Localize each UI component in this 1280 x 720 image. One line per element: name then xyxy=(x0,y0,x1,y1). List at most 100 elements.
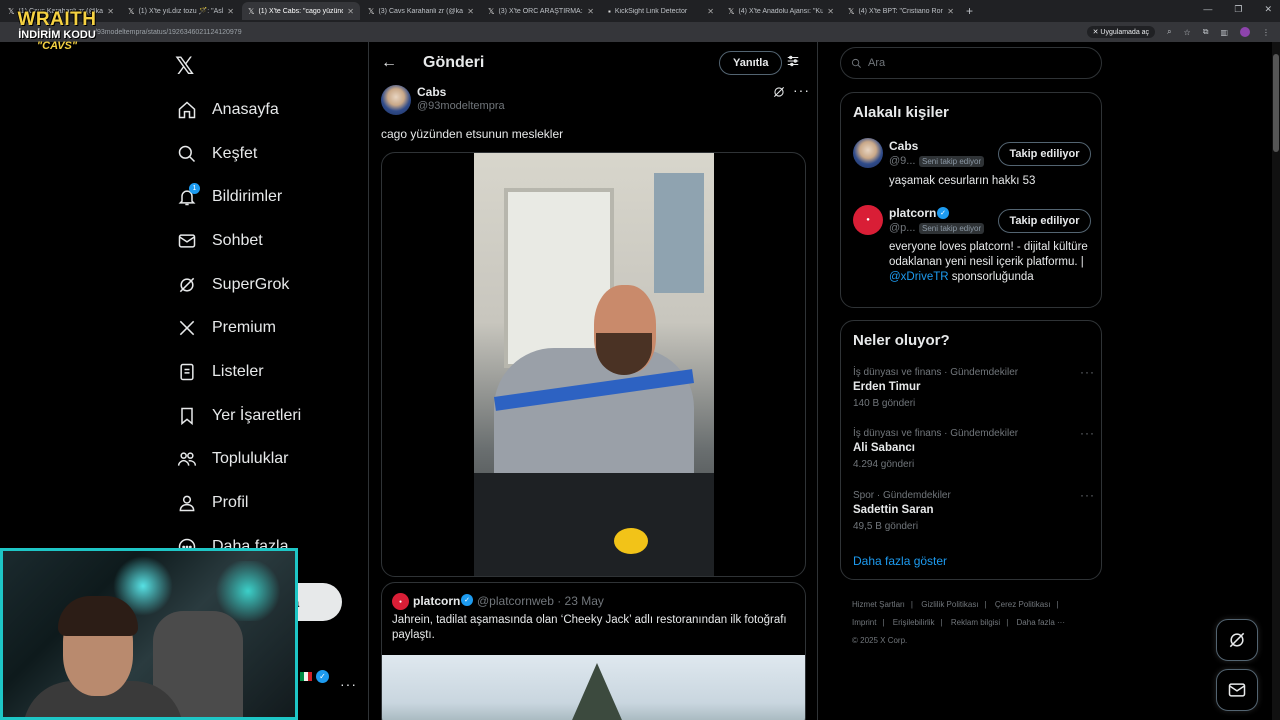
close-icon[interactable]: ✕ xyxy=(947,7,954,16)
author-avatar[interactable] xyxy=(381,85,411,115)
x-icon: 𝕏 xyxy=(248,6,255,16)
browser-tab[interactable]: ▪ KickSight Link Detector ✕ xyxy=(602,2,720,20)
footer-link[interactable]: Daha fazla ··· xyxy=(1017,618,1065,627)
browser-tab-bar: 𝕏(1) Cavs Karahanli zr (@karahan...✕ 𝕏(1… xyxy=(0,0,1280,22)
x-logo-icon[interactable]: 𝕏 xyxy=(175,52,194,81)
quote-image[interactable] xyxy=(382,655,805,720)
close-icon[interactable]: ✕ xyxy=(587,7,594,16)
profile-avatar[interactable] xyxy=(1240,27,1250,37)
sidebar-item-notifications[interactable]: 1 Bildirimler xyxy=(176,175,301,219)
following-button[interactable]: Takip ediliyor xyxy=(998,209,1091,233)
trend-item[interactable]: İş dünyası ve finans · Gündemdekiler Erd… xyxy=(853,365,1095,409)
video-player[interactable] xyxy=(381,152,806,577)
show-more-link[interactable]: Daha fazla göster xyxy=(853,554,947,568)
trend-item[interactable]: İş dünyası ve finans · Gündemdekiler Ali… xyxy=(853,426,1095,470)
sidebar-item-lists[interactable]: Listeler xyxy=(176,350,301,394)
quote-author-name[interactable]: platcorn xyxy=(413,594,460,608)
footer-link[interactable]: Gizlilik Politikası xyxy=(921,600,978,609)
account-more-icon[interactable]: ··· xyxy=(340,676,357,692)
grok-icon[interactable] xyxy=(772,85,786,99)
sponsor-overlay: WRAITH İNDİRİM KODU "CAVS" xyxy=(12,10,102,52)
italy-flag-icon xyxy=(300,672,312,681)
close-icon[interactable]: ✕ xyxy=(467,7,474,16)
trends-title: Neler oluyor? xyxy=(853,332,950,349)
minimize-icon[interactable]: — xyxy=(1203,4,1212,15)
sponsor-name: WRAITH xyxy=(17,9,97,30)
related-name[interactable]: platcorn xyxy=(889,206,936,220)
browser-tab-active[interactable]: 𝕏(1) X'te Cabs: "cago yüzünden...✕ xyxy=(242,2,360,20)
author-handle[interactable]: @93modeltempra xyxy=(417,100,505,112)
zoom-icon[interactable]: ⌕ xyxy=(1167,27,1171,37)
sidebar-item-chat[interactable]: Sohbet xyxy=(176,219,301,263)
footer-link[interactable]: Çerez Politikası xyxy=(995,600,1051,609)
quoted-post[interactable]: ● platcorn ✓ @platcornweb · 23 May Jahre… xyxy=(381,582,806,720)
close-icon[interactable]: ✕ xyxy=(827,7,834,16)
sidebar-item-profile[interactable]: Profil xyxy=(176,481,301,525)
filter-icon[interactable] xyxy=(786,54,800,68)
browser-tab[interactable]: 𝕏(1) X'te yıLdız tozu 🪄: "Asla ev...✕ xyxy=(122,2,240,20)
sidebar-item-bookmarks[interactable]: Yer İşaretleri xyxy=(176,394,301,438)
reply-button[interactable]: Yanıtla xyxy=(719,51,783,75)
sidepanel-icon[interactable]: ▥ xyxy=(1220,28,1228,37)
maximize-icon[interactable]: ❐ xyxy=(1234,4,1242,15)
url-text[interactable]: /93modeltempra/status/192634602112412097… xyxy=(95,29,242,36)
footer-link[interactable]: Hizmet Şartları xyxy=(852,600,905,609)
browser-tab[interactable]: 𝕏(4) X'te BPT: "Cristiano Ronaldo...✕ xyxy=(842,2,960,20)
search-box[interactable] xyxy=(840,47,1102,79)
bio-mention-link[interactable]: @xDriveTR xyxy=(889,271,949,283)
search-input[interactable] xyxy=(868,57,1088,69)
quote-avatar[interactable]: ● xyxy=(392,593,409,610)
open-in-app-chip[interactable]: ✕ Uygulamada aç xyxy=(1086,26,1156,38)
related-bio: everyone loves platcorn! - dijital kültü… xyxy=(889,241,1088,283)
sidebar-item-supergrok[interactable]: SuperGrok xyxy=(176,263,301,307)
star-icon[interactable]: ☆ xyxy=(1184,28,1191,37)
trend-more-icon[interactable]: ··· xyxy=(1080,426,1095,440)
close-icon[interactable]: ✕ xyxy=(347,7,354,16)
close-window-icon[interactable]: ✕ xyxy=(1264,4,1272,15)
verified-badge-icon: ✓ xyxy=(461,594,473,606)
new-tab-icon[interactable]: + xyxy=(966,4,973,18)
related-avatar[interactable] xyxy=(853,138,883,168)
verified-badge-icon: ✓ xyxy=(316,670,329,683)
x-icon: 𝕏 xyxy=(728,6,735,16)
search-icon xyxy=(851,58,861,68)
menu-icon[interactable]: ⋮ xyxy=(1262,28,1270,37)
close-icon[interactable]: ✕ xyxy=(227,7,234,16)
bell-icon: 1 xyxy=(176,183,200,208)
x-icon: 𝕏 xyxy=(488,6,495,16)
page-scrollbar[interactable] xyxy=(1272,42,1280,720)
trend-more-icon[interactable]: ··· xyxy=(1080,365,1095,379)
sidebar-item-communities[interactable]: Topluluklar xyxy=(176,438,301,482)
footer-link[interactable]: Erişilebilirlik xyxy=(893,618,935,627)
browser-tab[interactable]: 𝕏(3) X'te ORC ARAŞTIRMA: "Sh...✕ xyxy=(482,2,600,20)
trend-item[interactable]: Spor · Gündemdekiler Sadettin Saran 49,5… xyxy=(853,488,1095,532)
browser-tab[interactable]: 𝕏(3) Cavs Karahanli zr (@karahan...✕ xyxy=(362,2,480,20)
x-icon: 𝕏 xyxy=(128,6,135,16)
webcam-overlay xyxy=(0,548,298,720)
extensions-icon[interactable]: ⧉ xyxy=(1203,27,1209,37)
list-icon xyxy=(176,361,198,383)
sidebar-item-premium[interactable]: Premium xyxy=(176,306,301,350)
related-avatar[interactable]: ● xyxy=(853,205,883,235)
video-frame[interactable] xyxy=(474,153,714,576)
browser-tab[interactable]: 𝕏(4) X'te Anadolu Ajansı: "Kuzu...✕ xyxy=(722,2,840,20)
grok-icon xyxy=(1229,632,1245,648)
scrollbar-thumb[interactable] xyxy=(1273,54,1279,152)
mail-icon xyxy=(1228,683,1246,697)
post-more-icon[interactable]: ··· xyxy=(793,82,810,98)
sidebar-item-explore[interactable]: Keşfet xyxy=(176,132,301,176)
close-icon[interactable]: ✕ xyxy=(707,7,714,16)
footer-link[interactable]: Imprint xyxy=(852,618,876,627)
trend-more-icon[interactable]: ··· xyxy=(1080,488,1095,502)
close-icon[interactable]: ✕ xyxy=(107,7,114,16)
related-name[interactable]: Cabs xyxy=(889,139,918,153)
footer-link[interactable]: Reklam bilgisi xyxy=(951,618,1000,627)
messages-float-button[interactable] xyxy=(1216,669,1258,711)
search-icon xyxy=(176,143,198,165)
back-arrow-icon[interactable]: ← xyxy=(381,54,397,72)
author-name[interactable]: Cabs xyxy=(417,85,446,99)
grok-float-button[interactable] xyxy=(1216,619,1258,661)
sidebar-item-home[interactable]: Anasayfa xyxy=(176,88,301,132)
bookmark-icon xyxy=(176,405,198,427)
following-button[interactable]: Takip ediliyor xyxy=(998,142,1091,166)
